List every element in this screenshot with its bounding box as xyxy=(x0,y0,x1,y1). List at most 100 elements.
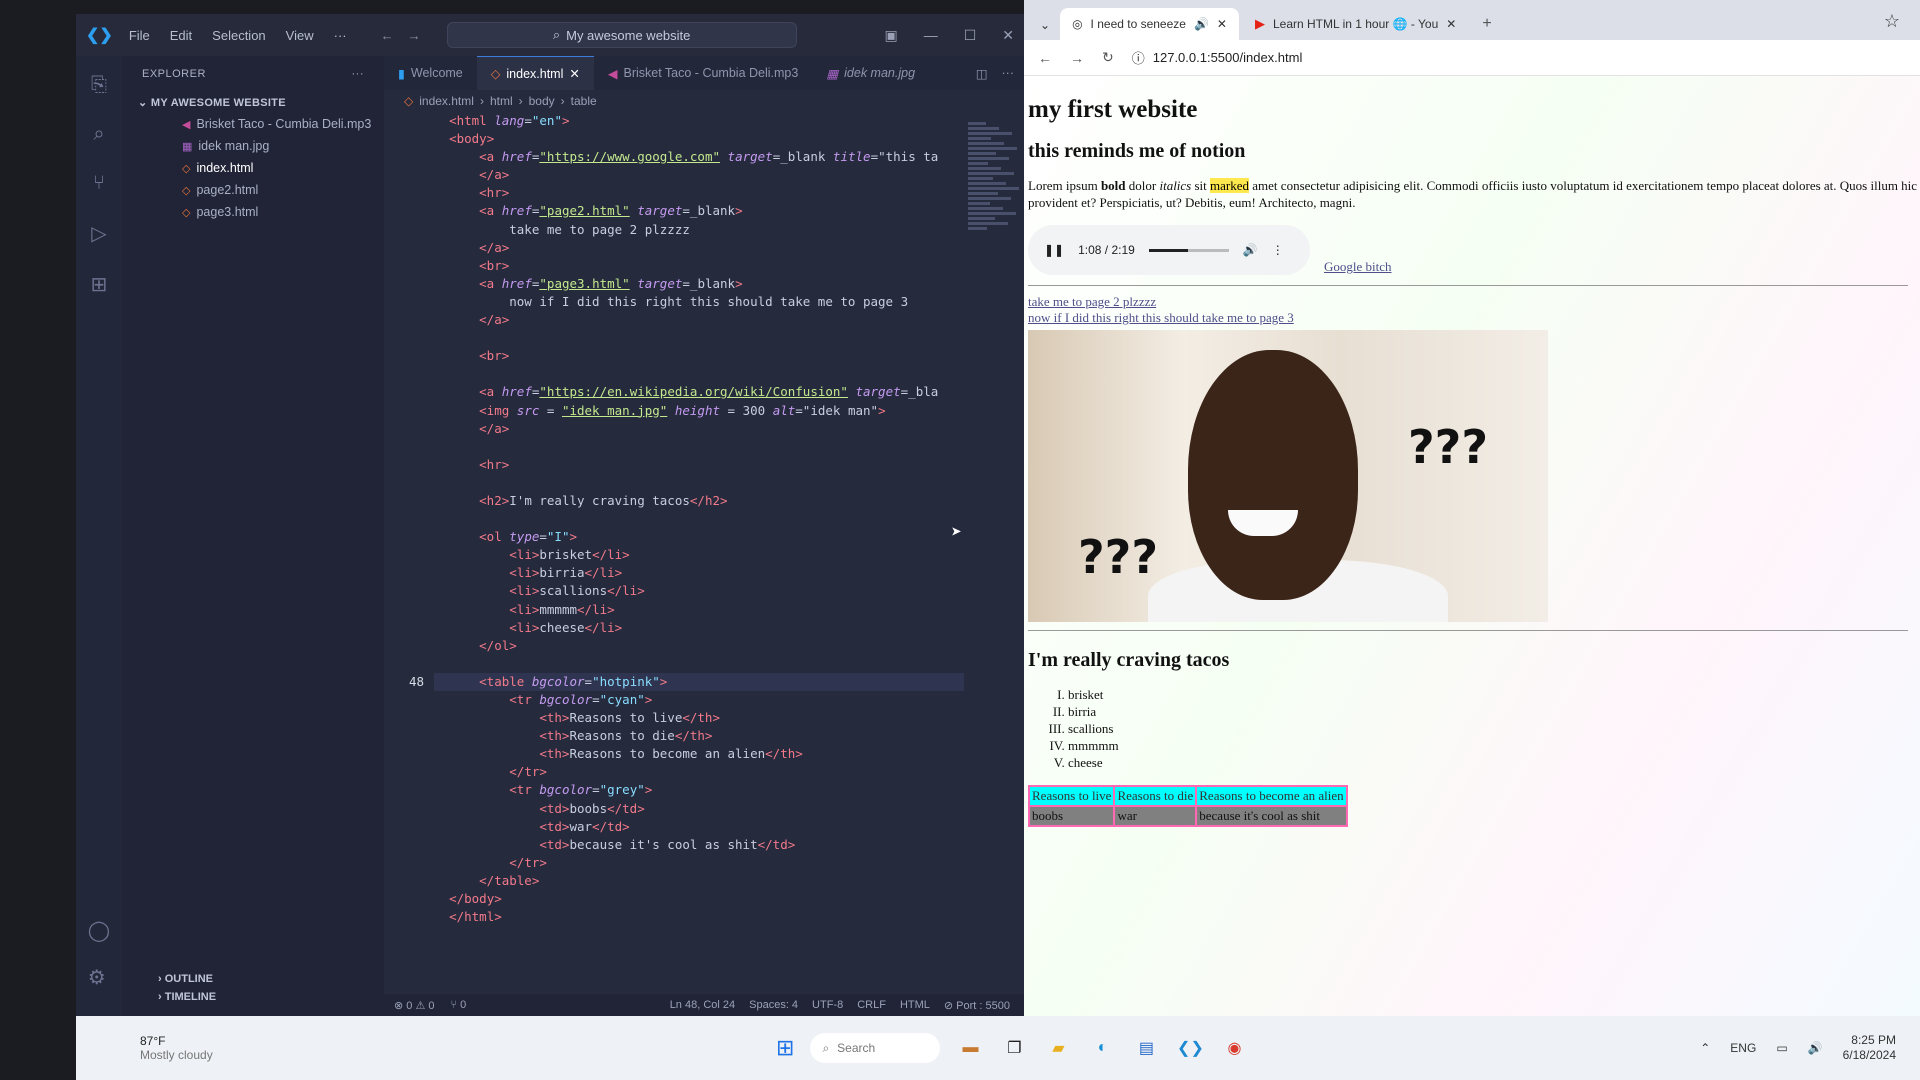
forward-arrow-icon[interactable]: → xyxy=(1070,50,1084,66)
code-line[interactable]: <h2>I'm really craving tacos</h2> xyxy=(434,492,964,510)
new-tab-icon[interactable]: + xyxy=(1472,8,1501,40)
file-item[interactable]: ▦ idek man.jpg xyxy=(122,135,384,157)
taskbar-search[interactable]: ⌕ Search xyxy=(810,1033,941,1063)
code-line[interactable]: <a href="page3.html" target=_blank> xyxy=(434,275,964,293)
code-line[interactable]: <th>Reasons to die</th> xyxy=(434,727,964,745)
code-line[interactable]: </html> xyxy=(434,908,964,926)
reload-icon[interactable]: ↻ xyxy=(1102,49,1114,66)
code-line[interactable] xyxy=(434,365,964,383)
file-item[interactable]: ◀ Brisket Taco - Cumbia Deli.mp3 xyxy=(122,113,384,135)
code-line[interactable]: <table bgcolor="hotpink"> xyxy=(434,672,964,691)
command-center[interactable]: ⌕ My awesome website xyxy=(446,22,797,48)
weather-widget[interactable]: 87°F Mostly cloudy xyxy=(76,1034,213,1062)
code-line[interactable]: take me to page 2 plzzzz xyxy=(434,221,964,239)
code-line[interactable]: <br> xyxy=(434,257,964,275)
code-line[interactable]: </tr> xyxy=(434,763,964,781)
code-line[interactable]: <hr> xyxy=(434,456,964,474)
breadcrumb-item[interactable]: body xyxy=(529,94,555,108)
task-view-icon[interactable]: ❐ xyxy=(1000,1034,1028,1062)
close-icon[interactable]: ✕ xyxy=(569,66,579,81)
tab-mp3[interactable]: ◀ Brisket Taco - Cumbia Deli.mp3 xyxy=(594,56,812,90)
menu-more[interactable]: ··· xyxy=(334,28,347,43)
bookmark-star-icon[interactable]: ☆ xyxy=(1864,11,1920,40)
vscode-taskbar-icon[interactable]: ❮❯ xyxy=(1176,1034,1204,1062)
chrome-icon[interactable]: ◉ xyxy=(1220,1034,1248,1062)
code-line[interactable] xyxy=(434,510,964,528)
code-line[interactable] xyxy=(434,655,964,673)
code-editor[interactable]: 48 <html lang="en"> <body> <a href="http… xyxy=(384,112,1024,994)
code-line[interactable]: <tr bgcolor="cyan"> xyxy=(434,691,964,709)
menu-view[interactable]: View xyxy=(286,28,314,43)
code-line[interactable]: <ol type="I"> xyxy=(434,528,964,546)
file-item[interactable]: ◇ page3.html xyxy=(122,201,384,223)
breadcrumb-item[interactable]: html xyxy=(490,94,513,108)
file-item[interactable]: ◇ index.html xyxy=(122,157,384,179)
code-line[interactable]: now if I did this right this should take… xyxy=(434,293,964,311)
code-line[interactable] xyxy=(434,329,964,347)
edge-icon[interactable]: ◐ xyxy=(1088,1034,1116,1062)
tab-list-icon[interactable]: ⌄ xyxy=(1034,18,1056,40)
code-line[interactable] xyxy=(434,474,964,492)
more-options-icon[interactable]: ⋮ xyxy=(1272,243,1284,257)
tab-index-html[interactable]: ◇ index.html ✕ xyxy=(476,56,594,90)
code-line[interactable]: <a href="https://www.google.com" target=… xyxy=(434,148,964,166)
forward-arrow-icon[interactable]: → xyxy=(408,28,421,43)
file-explorer-icon[interactable]: ▰ xyxy=(1044,1034,1072,1062)
layout-icon[interactable]: ▣ xyxy=(884,27,897,44)
ports-status[interactable]: ⑂ 0 xyxy=(450,999,466,1011)
code-line[interactable]: <hr> xyxy=(434,184,964,202)
code-line[interactable]: <li>brisket</li> xyxy=(434,546,964,564)
volume-icon[interactable]: 🔊 xyxy=(1243,243,1258,257)
pause-icon[interactable]: ❚❚ xyxy=(1044,243,1064,257)
page3-link[interactable]: now if I did this right this should take… xyxy=(1028,310,1920,326)
speaker-icon[interactable]: 🔊 xyxy=(1194,17,1209,31)
code-line[interactable]: <li>scallions</li> xyxy=(434,582,964,600)
timeline-panel[interactable]: › TIMELINE xyxy=(122,988,384,1006)
more-actions-icon[interactable]: ··· xyxy=(352,68,365,80)
code-line[interactable]: <body> xyxy=(434,130,964,148)
address-bar[interactable]: ⓘ 127.0.0.1:5500/index.html xyxy=(1132,48,1303,67)
page2-link[interactable]: take me to page 2 plzzzz xyxy=(1028,294,1920,310)
code-line[interactable]: </a> xyxy=(434,166,964,184)
close-icon[interactable]: ✕ xyxy=(1217,17,1227,31)
code-line[interactable]: <td>boobs</td> xyxy=(434,800,964,818)
run-debug-icon[interactable]: ▷ xyxy=(91,221,106,246)
code-line[interactable]: <a href="https://en.wikipedia.org/wiki/C… xyxy=(434,383,964,401)
back-arrow-icon[interactable]: ← xyxy=(381,28,394,43)
search-icon[interactable]: ⌕ xyxy=(93,123,104,146)
menu-file[interactable]: File xyxy=(129,28,150,43)
menu-selection[interactable]: Selection xyxy=(212,28,265,43)
explorer-icon[interactable]: ⎘ xyxy=(91,74,107,97)
code-line[interactable]: </tr> xyxy=(434,854,964,872)
problems-status[interactable]: ⊗ 0 ⚠ 0 xyxy=(394,999,434,1012)
minimize-icon[interactable]: — xyxy=(924,27,938,44)
live-server-port[interactable]: ⊘ Port : 5500 xyxy=(944,999,1010,1012)
code-line[interactable]: </table> xyxy=(434,872,964,890)
code-line[interactable]: <a href="page2.html" target=_blank> xyxy=(434,202,964,220)
file-item[interactable]: ◇ page2.html xyxy=(122,179,384,201)
code-line[interactable]: </a> xyxy=(434,311,964,329)
browser-tab-active[interactable]: ◎ I need to seneeze 🔊 ✕ xyxy=(1060,8,1239,40)
code-line[interactable]: <html lang="en"> xyxy=(434,112,964,130)
breadcrumb-item[interactable]: index.html xyxy=(419,94,474,108)
code-line[interactable]: </body> xyxy=(434,890,964,908)
chevron-up-icon[interactable]: ⌃ xyxy=(1700,1041,1710,1055)
browser-tab[interactable]: ▶ Learn HTML in 1 hour 🌐 - You ✕ xyxy=(1243,8,1468,40)
cursor-position[interactable]: Ln 48, Col 24 xyxy=(670,999,735,1012)
code-lines[interactable]: <html lang="en"> <body> <a href="https:/… xyxy=(434,112,964,994)
breadcrumb-item[interactable]: table xyxy=(571,94,597,108)
workspace-folder[interactable]: ⌄ MY AWESOME WEBSITE xyxy=(122,92,384,113)
code-line[interactable]: <td>because it's cool as shit</td> xyxy=(434,836,964,854)
meme-image-link[interactable]: ??? ??? xyxy=(1028,330,1548,622)
close-icon[interactable]: ✕ xyxy=(1446,17,1456,31)
close-icon[interactable]: ✕ xyxy=(1002,27,1014,44)
code-line[interactable]: <tr bgcolor="grey"> xyxy=(434,781,964,799)
code-line[interactable] xyxy=(434,438,964,456)
network-icon[interactable]: ▭ xyxy=(1776,1041,1787,1055)
more-actions-icon[interactable]: ··· xyxy=(1002,66,1015,80)
code-line[interactable]: </a> xyxy=(434,239,964,257)
code-line[interactable]: <br> xyxy=(434,347,964,365)
code-line[interactable]: <th>Reasons to live</th> xyxy=(434,709,964,727)
account-icon[interactable]: ◯ xyxy=(88,918,110,943)
windows-start-icon[interactable]: ⊞ xyxy=(776,1035,794,1061)
